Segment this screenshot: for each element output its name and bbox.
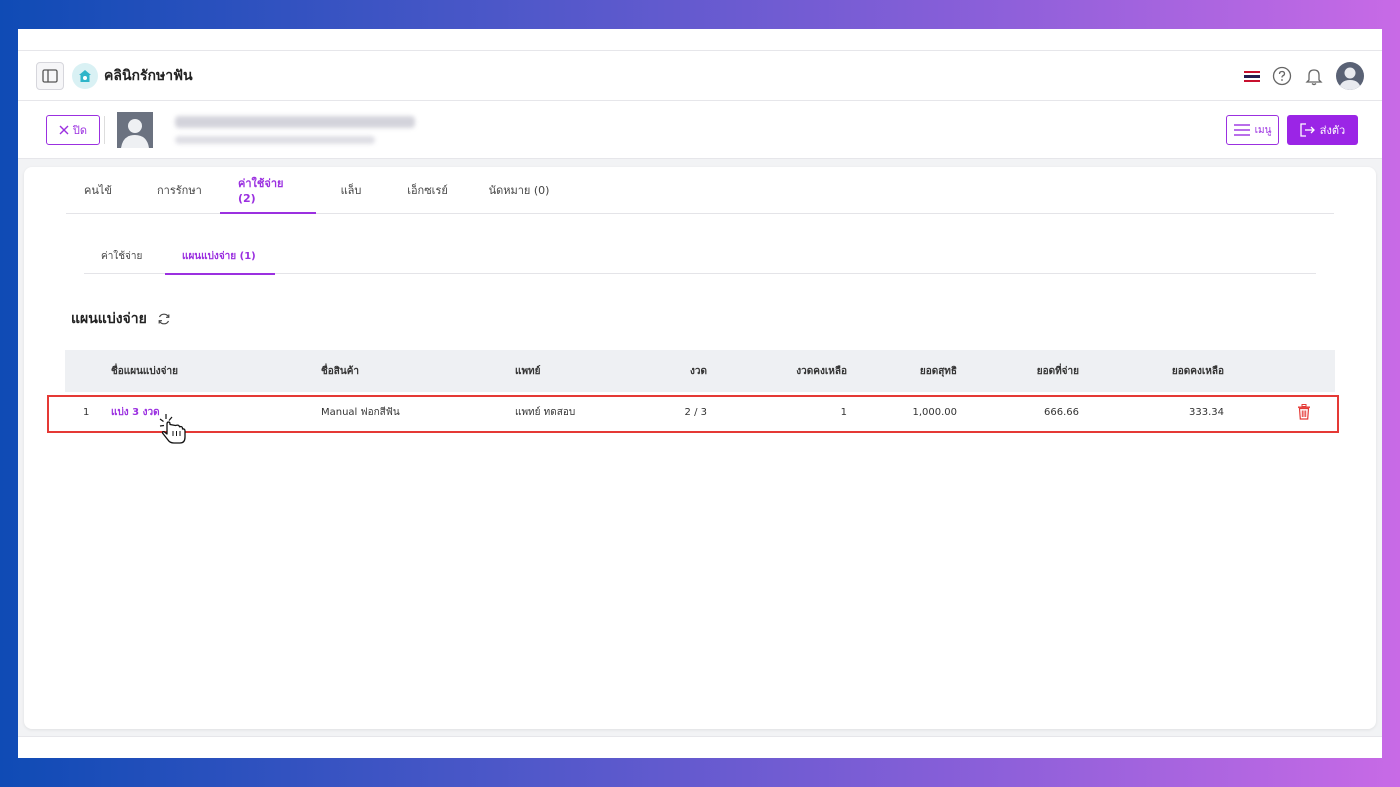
col-net-total: ยอดสุทธิ xyxy=(919,365,957,377)
tab-label: ค่าใช้จ่าย (2) xyxy=(238,177,284,205)
balance-cell: 333.34 xyxy=(1189,406,1224,418)
installment-cell: 2 / 3 xyxy=(684,406,707,418)
hand-cursor-icon xyxy=(159,414,186,444)
col-plan-name: ชื่อแผนแบ่งจ่าย xyxy=(111,365,178,377)
tab-label: คนไข้ xyxy=(84,183,112,197)
bottom-strip xyxy=(18,736,1382,758)
net-total-cell: 1,000.00 xyxy=(912,406,957,418)
patient-bar: ปิด เมนู ส่งตัว xyxy=(18,101,1382,159)
exit-arrow-icon xyxy=(1300,123,1315,137)
section-title: แผนแบ่งจ่าย xyxy=(71,311,147,327)
tab-lab[interactable]: แล็บ xyxy=(316,166,386,213)
app-window: คลินิกรักษาฟัน ปิด เมนู ส่งตัว คนไข้ การ… xyxy=(18,29,1382,758)
send-label: ส่งตัว xyxy=(1319,124,1346,137)
tab-patient[interactable]: คนไข้ xyxy=(66,166,139,213)
close-button[interactable]: ปิด xyxy=(46,114,100,145)
content-card: คนไข้ การรักษา ค่าใช้จ่าย (2) แล็บ เอ็กซ… xyxy=(24,167,1376,729)
top-strip xyxy=(18,29,1382,51)
hamburger-icon xyxy=(1233,124,1250,136)
user-icon xyxy=(1339,67,1361,90)
patient-info-blurred xyxy=(175,115,415,144)
user-avatar[interactable] xyxy=(1336,62,1364,90)
help-icon[interactable] xyxy=(1272,66,1292,86)
sidebar-icon xyxy=(42,68,58,83)
doctor-cell: แพทย์ ทดสอบ xyxy=(515,406,576,418)
tab-expenses[interactable]: ค่าใช้จ่าย (2) xyxy=(220,166,316,214)
tab-label: แล็บ xyxy=(340,183,362,197)
col-product: ชื่อสินค้า xyxy=(321,365,360,377)
table-header: ชื่อแผนแบ่งจ่าย ชื่อสินค้า แพทย์ งวด งวด… xyxy=(65,350,1335,392)
trash-icon[interactable] xyxy=(1297,404,1311,420)
section-header: แผนแบ่งจ่าย xyxy=(71,308,171,330)
installment-table: ชื่อแผนแบ่งจ่าย ชื่อสินค้า แพทย์ งวด งวด… xyxy=(65,350,1335,432)
col-paid: ยอดที่จ่าย xyxy=(1036,365,1079,377)
sidebar-toggle-button[interactable] xyxy=(36,61,64,90)
person-icon xyxy=(121,118,149,148)
tab-appointments[interactable]: นัดหมาย (0) xyxy=(469,166,569,213)
refresh-icon[interactable] xyxy=(157,312,171,326)
paid-cell: 666.66 xyxy=(1044,406,1079,418)
menu-button[interactable]: เมนู xyxy=(1226,115,1279,145)
divider xyxy=(104,115,105,144)
tab-label: เอ็กซเรย์ xyxy=(407,183,448,197)
remaining-installments-cell: 1 xyxy=(840,406,847,418)
product-cell: Manual ฟอกสีฟัน xyxy=(321,406,400,418)
col-installment: งวด xyxy=(690,365,707,377)
subtab-label: แผนแบ่งจ่าย (1) xyxy=(182,250,256,262)
col-doctor: แพทย์ xyxy=(515,365,541,377)
top-header: คลินิกรักษาฟัน xyxy=(18,51,1382,101)
table-row: 1 แบ่ง 3 งวด Manual ฟอกสีฟัน แพทย์ ทดสอบ… xyxy=(65,392,1335,432)
sub-tabs: ค่าใช้จ่าย แผนแบ่งจ่าย (1) xyxy=(84,238,1316,275)
home-icon xyxy=(79,69,91,82)
col-remaining-installments: งวดคงเหลือ xyxy=(796,365,847,377)
patient-actions: เมนู ส่งตัว xyxy=(1226,115,1358,145)
plan-name-link[interactable]: แบ่ง 3 งวด xyxy=(111,405,160,420)
bell-icon[interactable] xyxy=(1304,66,1324,86)
subtab-expenses[interactable]: ค่าใช้จ่าย xyxy=(84,238,165,274)
col-balance: ยอดคงเหลือ xyxy=(1171,365,1224,377)
subtab-label: ค่าใช้จ่าย xyxy=(101,250,143,262)
app-title: คลินิกรักษาฟัน xyxy=(104,67,193,84)
close-icon xyxy=(59,125,69,134)
row-number: 1 xyxy=(83,406,90,418)
tab-xray[interactable]: เอ็กซเรย์ xyxy=(386,166,469,213)
tab-label: การรักษา xyxy=(157,183,202,197)
menu-label: เมนู xyxy=(1254,124,1272,136)
tab-label: นัดหมาย (0) xyxy=(488,183,550,197)
thai-flag-icon[interactable] xyxy=(1244,70,1260,82)
tab-treatment[interactable]: การรักษา xyxy=(139,166,220,213)
send-button[interactable]: ส่งตัว xyxy=(1287,115,1358,145)
header-actions xyxy=(1244,62,1364,90)
main-tabs: คนไข้ การรักษา ค่าใช้จ่าย (2) แล็บ เอ็กซ… xyxy=(66,167,1334,214)
clinic-logo xyxy=(72,62,98,89)
patient-photo xyxy=(117,111,153,148)
subtab-installment-plans[interactable]: แผนแบ่งจ่าย (1) xyxy=(165,238,275,275)
close-label: ปิด xyxy=(72,123,88,137)
